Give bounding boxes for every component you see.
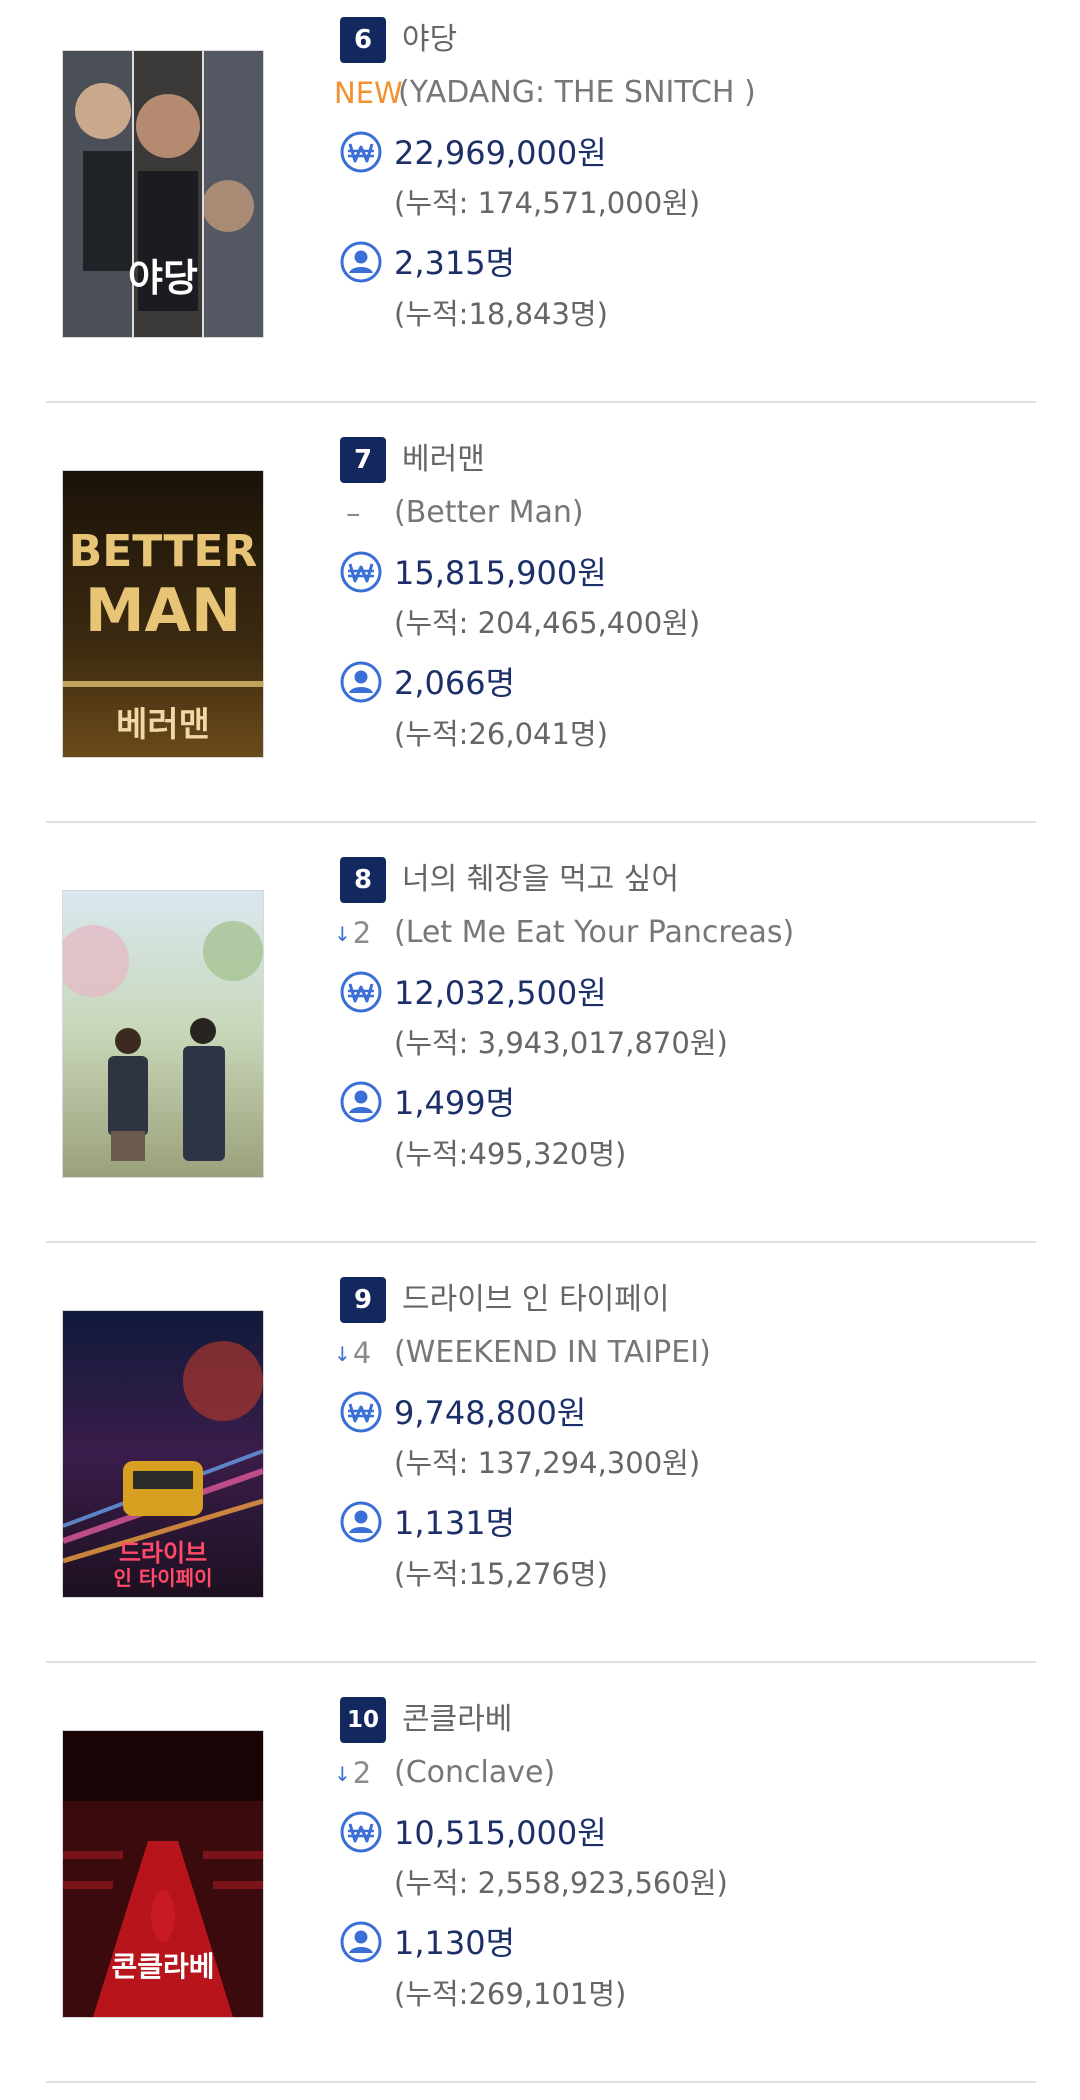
movie-item-8[interactable]: 8 너의 췌장을 먹고 싶어 ↓2 (Let Me Eat Your Pancr… [0,840,1080,1260]
box-office-list: 야당 6 야당 NEW (YADANG: THE SNITCH ) 22,969… [0,0,1080,2084]
movie-poster[interactable]: BETTER MAN 베러맨 [62,470,264,758]
cumulative-sales: (누적: 204,465,400원) [394,606,701,640]
divider [46,821,1036,823]
person-icon [340,1921,382,1963]
svg-text:베러맨: 베러맨 [116,705,210,745]
daily-audience: 2,066명 [394,664,516,702]
movie-title[interactable]: 베러맨 [402,440,485,480]
movie-poster[interactable]: 야당 [62,50,264,338]
rank-change-down: ↓2 [334,913,371,954]
won-icon [340,131,382,173]
daily-sales: 10,515,000원 [394,1814,607,1852]
original-title: (Conclave) [394,1755,556,1790]
cumulative-sales: (누적: 2,558,923,560원) [394,1866,728,1900]
daily-sales: 22,969,000원 [394,134,607,172]
rank-change-text: 2 [352,1756,372,1790]
person-icon [340,661,382,703]
divider [46,2081,1036,2083]
down-arrow-icon: ↓ [334,1762,351,1786]
movie-poster[interactable] [62,890,264,1178]
movie-poster[interactable]: 드라이브 인 타이페이 [62,1310,264,1598]
won-icon [340,1391,382,1433]
divider [46,1241,1036,1243]
movie-title[interactable]: 콘클라베 [402,1700,512,1740]
svg-text:콘클라베: 콘클라베 [111,1950,214,1983]
rank-badge: 7 [340,437,386,483]
original-title: (Better Man) [394,495,584,530]
rank-badge: 6 [340,17,386,63]
svg-text:인 타이페이: 인 타이페이 [114,1566,213,1590]
cumulative-audience: (누적:26,041명) [394,717,608,751]
movie-item-10[interactable]: 콘클라베 10 콘클라베 ↓2 (Conclave) 10,515,000원 (… [0,1680,1080,2100]
daily-audience: 2,315명 [394,244,516,282]
rank-change-new: NEW [334,73,403,113]
poster-title: 야당 [128,256,198,300]
original-title: (YADANG: THE SNITCH ) [398,75,756,110]
movie-item-6[interactable]: 야당 6 야당 NEW (YADANG: THE SNITCH ) 22,969… [0,0,1080,420]
daily-audience: 1,131명 [394,1504,516,1542]
movie-title[interactable]: 야당 [402,20,457,60]
cumulative-sales: (누적: 3,943,017,870원) [394,1026,728,1060]
rank-change-down: ↓2 [334,1753,371,1794]
rank-badge: 10 [340,1697,386,1743]
daily-sales: 15,815,900원 [394,554,607,592]
rank-change-text: 4 [352,1336,372,1370]
movie-item-9[interactable]: 드라이브 인 타이페이 9 드라이브 인 타이페이 ↓4 (WEEKEND IN… [0,1260,1080,1680]
daily-sales: 9,748,800원 [394,1394,587,1432]
down-arrow-icon: ↓ [334,922,351,946]
rank-change-text: 2 [352,916,372,950]
movie-poster[interactable]: 콘클라베 [62,1730,264,2018]
down-arrow-icon: ↓ [334,1342,351,1366]
cumulative-sales: (누적: 137,294,300원) [394,1446,701,1480]
won-icon [340,551,382,593]
rank-change-text: NEW [334,76,403,110]
cumulative-audience: (누적:15,276명) [394,1557,608,1591]
movie-item-7[interactable]: BETTER MAN 베러맨 7 베러맨 – (Better Man) 15,8… [0,420,1080,840]
won-icon [340,971,382,1013]
svg-text:BETTER: BETTER [69,526,258,577]
rank-badge: 9 [340,1277,386,1323]
divider [46,1661,1036,1663]
rank-change-text: – [346,496,361,530]
won-icon [340,1811,382,1853]
daily-audience: 1,499명 [394,1084,516,1122]
rank-change-down: ↓4 [334,1333,371,1374]
daily-audience: 1,130명 [394,1924,516,1962]
cumulative-audience: (누적:269,101명) [394,1977,627,2011]
person-icon [340,241,382,283]
cumulative-audience: (누적:18,843명) [394,297,608,331]
person-icon [340,1501,382,1543]
divider [46,401,1036,403]
daily-sales: 12,032,500원 [394,974,607,1012]
rank-badge: 8 [340,857,386,903]
original-title: (Let Me Eat Your Pancreas) [394,915,795,950]
svg-text:드라이브: 드라이브 [119,1539,207,1567]
cumulative-audience: (누적:495,320명) [394,1137,627,1171]
cumulative-sales: (누적: 174,571,000원) [394,186,701,220]
person-icon [340,1081,382,1123]
movie-title[interactable]: 너의 췌장을 먹고 싶어 [402,860,679,900]
original-title: (WEEKEND IN TAIPEI) [394,1335,711,1370]
svg-text:MAN: MAN [85,576,241,646]
movie-title[interactable]: 드라이브 인 타이페이 [402,1280,669,1320]
rank-change-same: – [346,493,361,533]
